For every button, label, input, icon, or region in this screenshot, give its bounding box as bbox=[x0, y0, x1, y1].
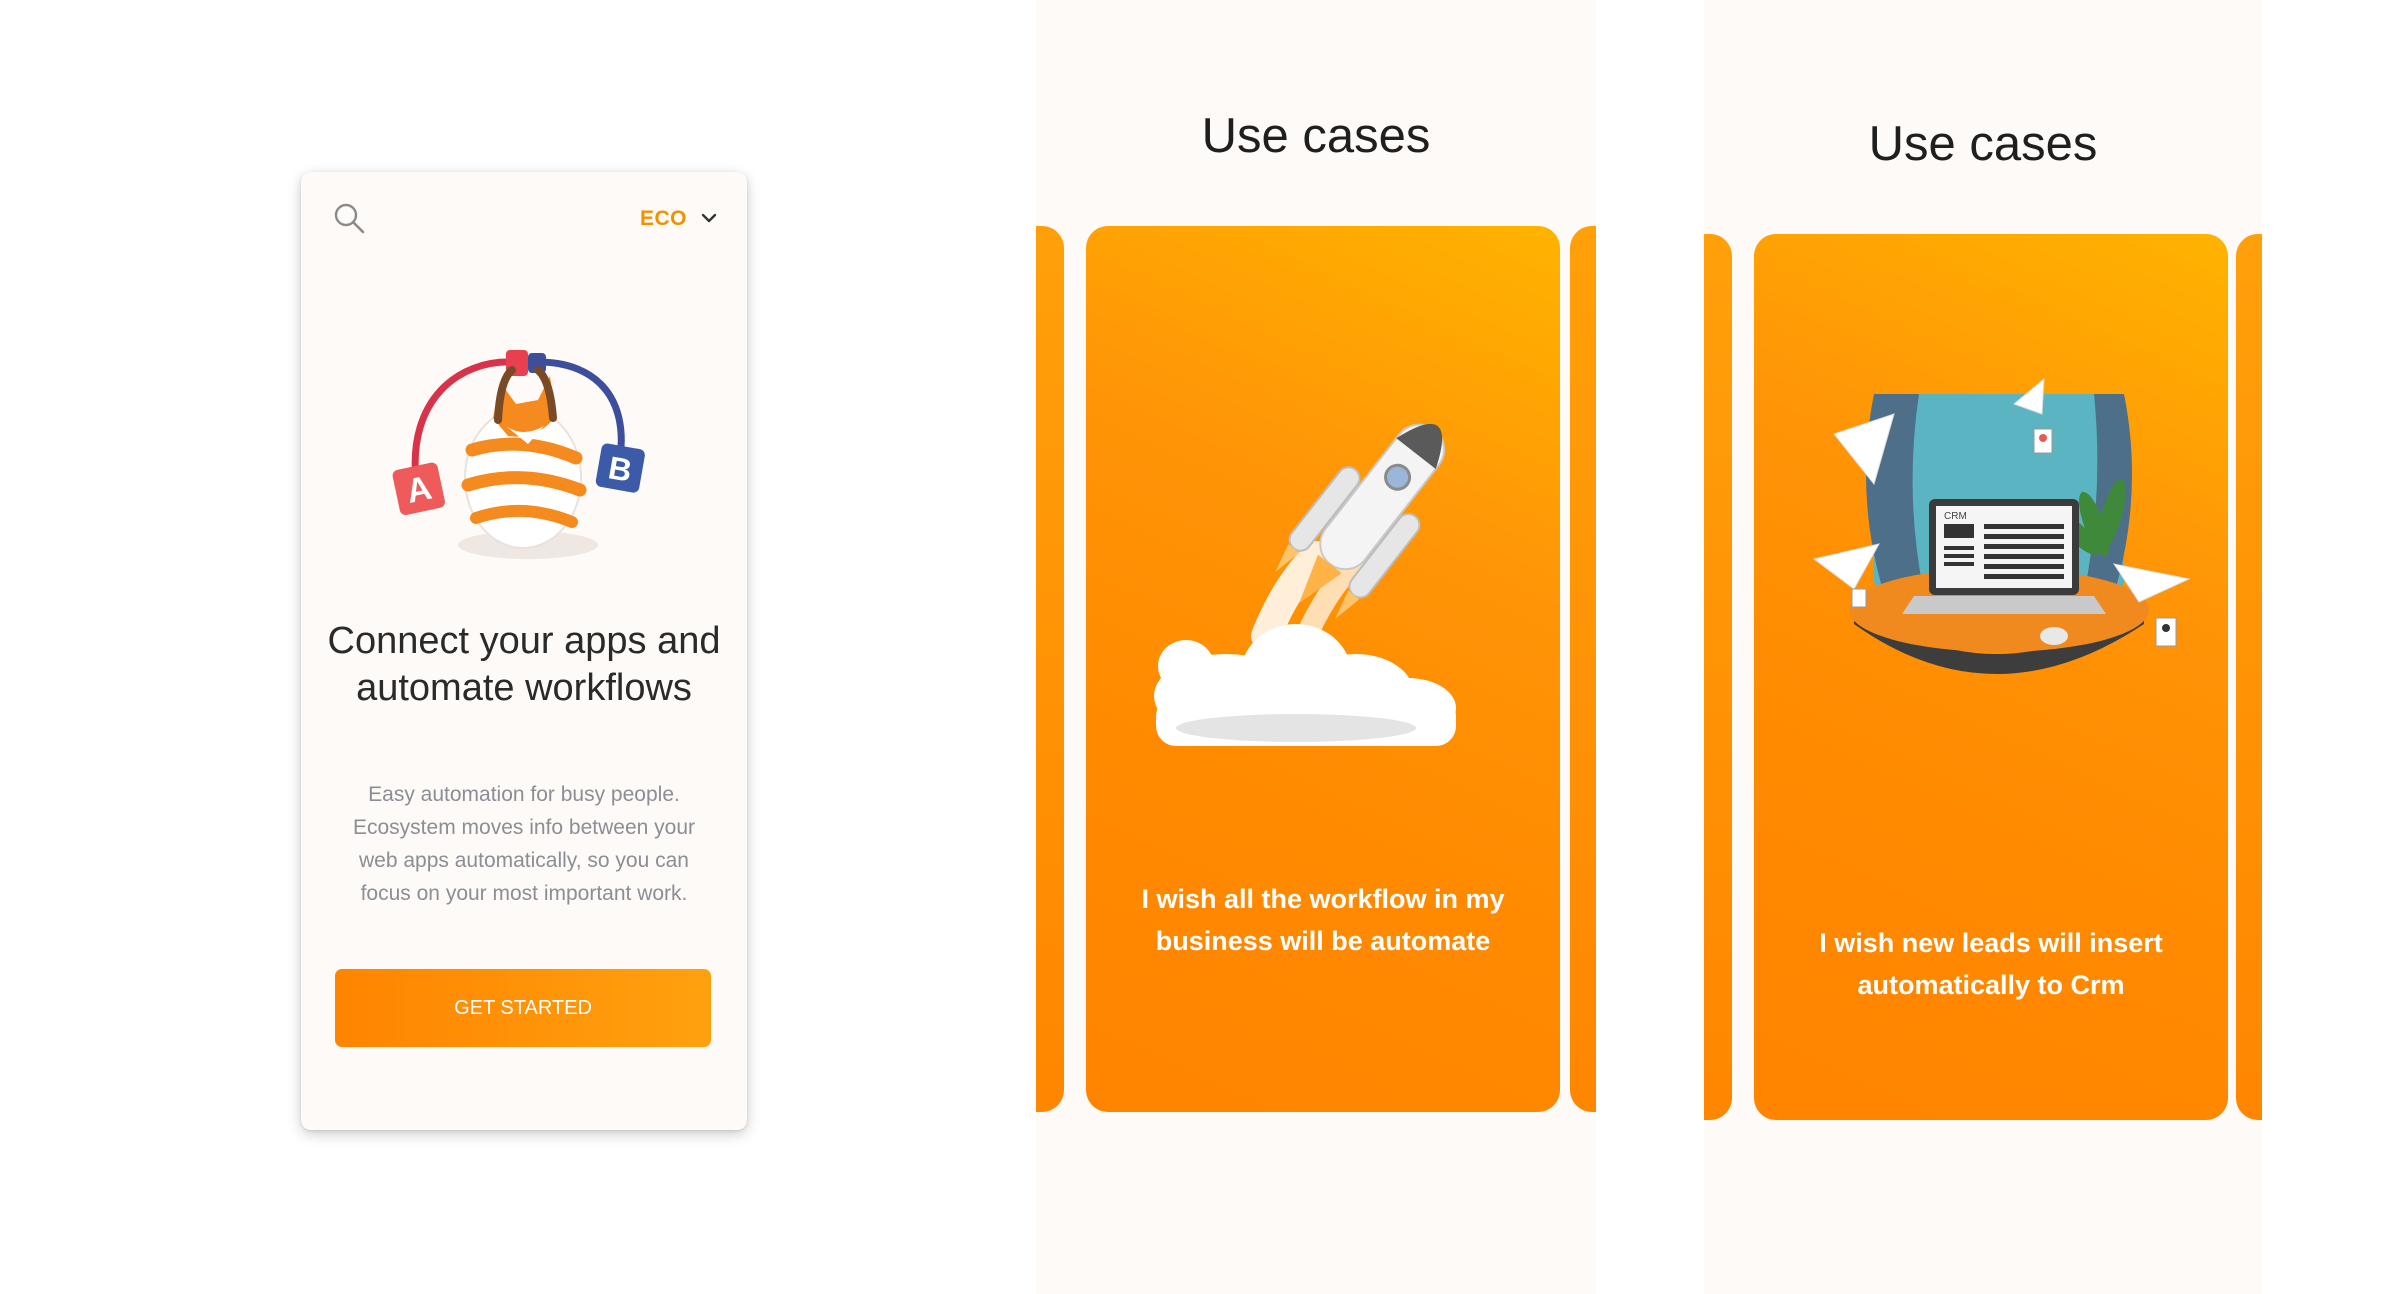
previous-card-peek[interactable] bbox=[1036, 226, 1064, 1112]
screen-heading: Use cases bbox=[1868, 117, 2098, 171]
previous-card-peek[interactable] bbox=[1704, 234, 1732, 1120]
use-case-card[interactable]: CRM I wish new leads will insert automat… bbox=[1754, 234, 2228, 1120]
next-card-peek[interactable] bbox=[1570, 226, 1596, 1112]
use-cases-screen-1: Use cases I wish all the workflow in my … bbox=[1036, 0, 1596, 1294]
page-title: Connect your apps and automate workflows bbox=[327, 620, 721, 709]
screen-heading: Use cases bbox=[1201, 109, 1431, 163]
page-description: Easy automation for busy people. Ecosyst… bbox=[353, 783, 695, 905]
language-label: ECO bbox=[639, 207, 687, 230]
laptop-crm-illustration: CRM bbox=[1794, 374, 2194, 724]
use-cases-screen-2: Use cases CRM I wish new leads will inse… bbox=[1704, 0, 2262, 1294]
use-case-caption: I wish new leads will insert automatical… bbox=[1819, 928, 2163, 1000]
fox-connector-illustration: A B bbox=[388, 340, 658, 570]
rocket-launch-illustration bbox=[1146, 376, 1486, 756]
language-selector[interactable]: ECO bbox=[640, 204, 717, 234]
search-icon[interactable] bbox=[333, 202, 367, 236]
laptop-crm-label: CRM bbox=[1944, 511, 1967, 522]
next-card-peek[interactable] bbox=[2236, 234, 2262, 1120]
onboarding-screen: ECO A B Connect your apps and automate w… bbox=[301, 172, 747, 1130]
chevron-down-icon bbox=[701, 210, 717, 228]
use-case-card[interactable]: I wish all the workflow in my business w… bbox=[1086, 226, 1560, 1112]
use-case-caption: I wish all the workflow in my business w… bbox=[1141, 884, 1505, 956]
get-started-button[interactable]: GET STARTED bbox=[335, 969, 711, 1047]
